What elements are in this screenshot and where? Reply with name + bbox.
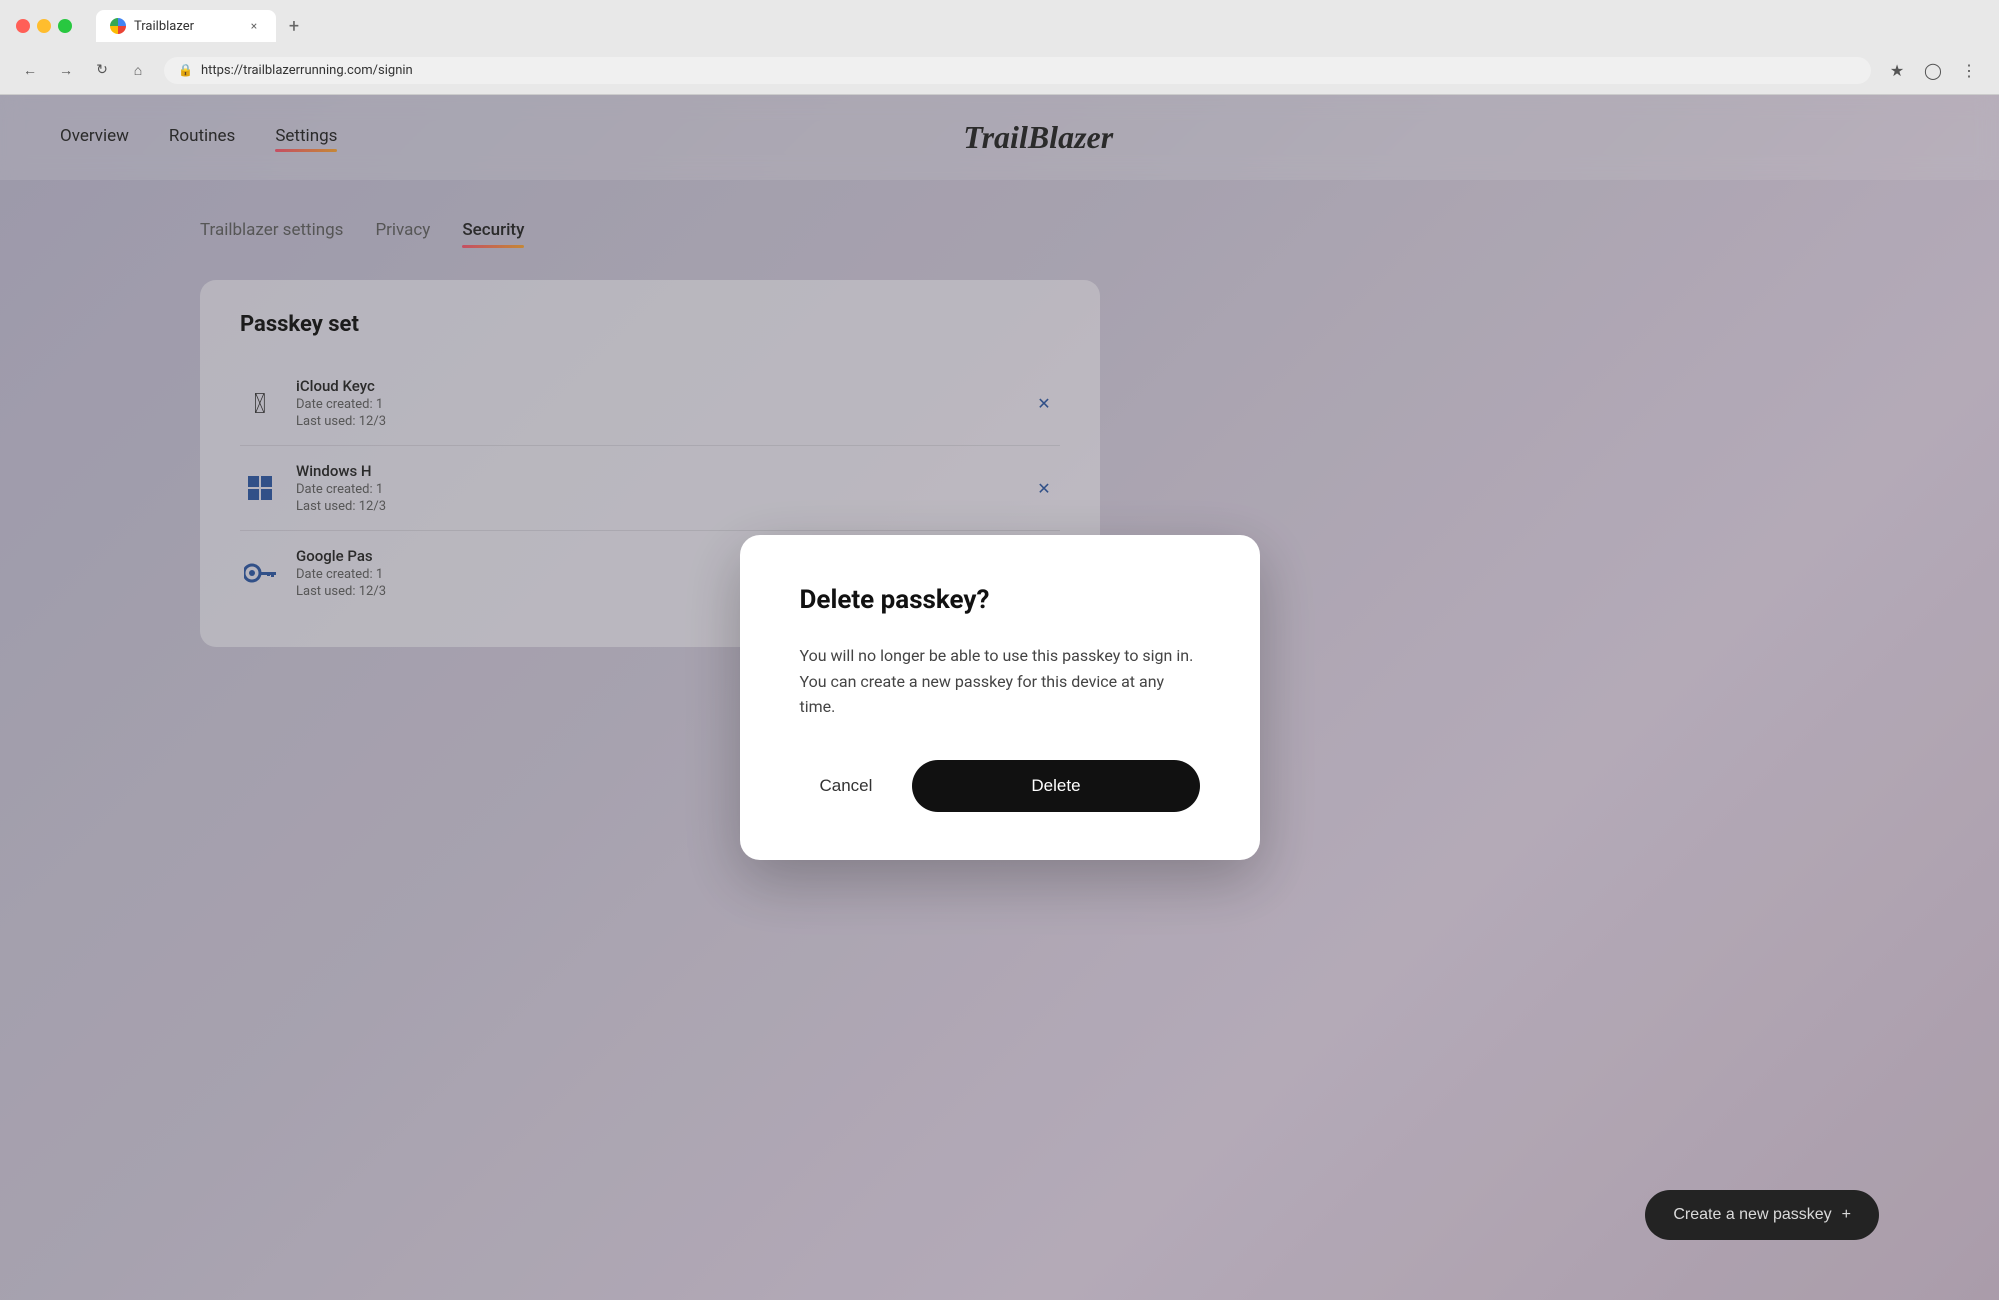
address-bar: ← → ↻ ⌂ 🔒 https://trailblazerrunning.com… [0, 50, 1999, 94]
bookmark-button[interactable]: ★ [1883, 56, 1911, 84]
modal-actions: Cancel Delete [800, 760, 1200, 812]
delete-button[interactable]: Delete [912, 760, 1199, 812]
browser-actions: ★ ◯ ⋮ [1883, 56, 1983, 84]
url-text: https://trailblazerrunning.com/signin [201, 63, 413, 78]
close-traffic-light[interactable] [16, 19, 30, 33]
profile-button[interactable]: ◯ [1919, 56, 1947, 84]
modal-overlay: Delete passkey? You will no longer be ab… [0, 95, 1999, 1300]
tab-bar: Trailblazer × + [80, 10, 324, 42]
title-bar: Trailblazer × + [0, 0, 1999, 50]
browser-tab[interactable]: Trailblazer × [96, 10, 276, 42]
tab-favicon [110, 18, 126, 34]
delete-passkey-modal: Delete passkey? You will no longer be ab… [740, 535, 1260, 860]
maximize-traffic-light[interactable] [58, 19, 72, 33]
page-content: Overview Routines Settings TrailBlazer T… [0, 95, 1999, 1300]
reload-button[interactable]: ↻ [88, 56, 116, 84]
modal-body: You will no longer be able to use this p… [800, 643, 1200, 720]
traffic-lights [16, 19, 72, 33]
lock-icon: 🔒 [178, 63, 193, 77]
nav-buttons: ← → ↻ ⌂ [16, 56, 152, 84]
cancel-button[interactable]: Cancel [800, 762, 893, 810]
back-button[interactable]: ← [16, 56, 44, 84]
url-bar[interactable]: 🔒 https://trailblazerrunning.com/signin [164, 57, 1871, 84]
forward-button[interactable]: → [52, 56, 80, 84]
tab-title: Trailblazer [134, 19, 194, 34]
tab-close-button[interactable]: × [246, 18, 262, 34]
home-button[interactable]: ⌂ [124, 56, 152, 84]
minimize-traffic-light[interactable] [37, 19, 51, 33]
new-tab-button[interactable]: + [280, 12, 308, 40]
menu-button[interactable]: ⋮ [1955, 56, 1983, 84]
modal-title: Delete passkey? [800, 585, 1200, 615]
browser-chrome: Trailblazer × + ← → ↻ ⌂ 🔒 https://trailb… [0, 0, 1999, 95]
